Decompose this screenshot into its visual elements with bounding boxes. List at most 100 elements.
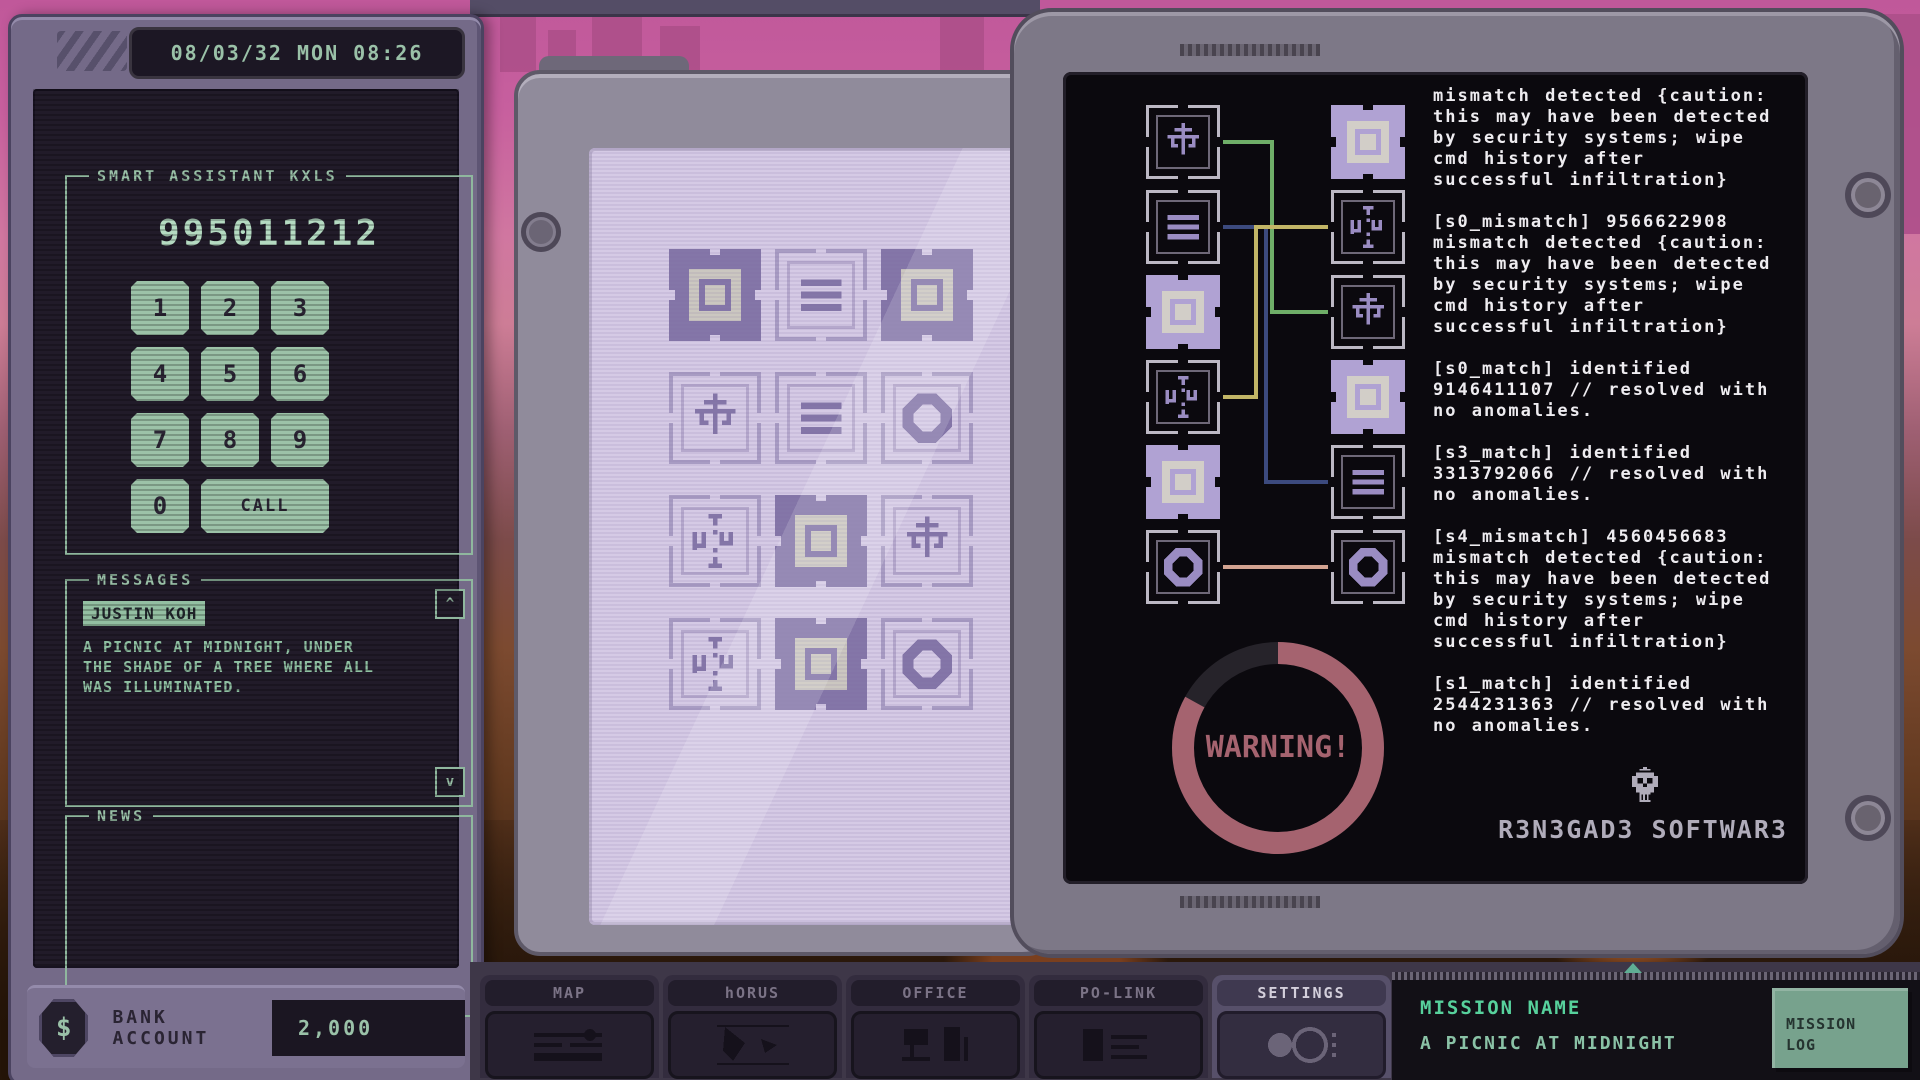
message-body: A PICNIC AT MIDNIGHT, UNDER THE SHADE OF…	[83, 637, 383, 697]
puzzle-tile-filled[interactable]	[881, 249, 973, 341]
node-tile-mu4	[1331, 190, 1405, 264]
messages-title: MESSAGES	[89, 571, 201, 589]
ring-glyph-icon	[1334, 533, 1402, 601]
tab-office[interactable]: OFFICE	[846, 975, 1025, 1078]
puzzle-tile-filled[interactable]	[775, 618, 867, 710]
device-screw	[1845, 795, 1891, 841]
puzzle-tile-ring[interactable]	[881, 618, 973, 710]
node-tile-temple	[1146, 105, 1220, 179]
lines-glyph-icon	[1334, 448, 1402, 516]
puzzle-tile-temple[interactable]	[669, 372, 761, 464]
datetime-text: 08/03/32 MON 08:26	[171, 41, 424, 65]
node-link	[1220, 227, 1331, 482]
temple-glyph-icon	[1149, 108, 1217, 176]
hacking-screen: mismatch detected {caution: this may hav…	[1063, 72, 1808, 884]
mu4-glyph-icon	[1149, 363, 1217, 431]
tab-label: hORUS	[668, 980, 837, 1006]
lines-glyph-icon	[779, 253, 863, 337]
puzzle-tile-mu4[interactable]	[669, 618, 761, 710]
blank-tile-cover	[901, 269, 953, 321]
key-7[interactable]: 7	[131, 413, 189, 467]
node-column-left	[1146, 105, 1220, 604]
bottom-nav-bar: MAP hORUS OFFICE PO-LINK SETTINGS M	[470, 962, 1920, 1080]
node-column-right	[1331, 105, 1405, 604]
node-tile-blank	[1146, 445, 1220, 519]
puzzle-tile-lines[interactable]	[775, 249, 867, 341]
ring-glyph-icon	[885, 622, 969, 706]
tab-label: PO-LINK	[1034, 980, 1203, 1006]
temple-glyph-icon	[885, 499, 969, 583]
node-tile-mu4	[1146, 360, 1220, 434]
blank-tile-cover	[1162, 461, 1204, 503]
scroll-down-button[interactable]: v	[435, 767, 465, 797]
key-0[interactable]: 0	[131, 479, 189, 533]
mu4-glyph-icon	[1334, 193, 1402, 261]
node-tile-temple	[1331, 275, 1405, 349]
game-screen: mismatch detected {caution: this may hav…	[0, 0, 1920, 1080]
lines-glyph-icon	[779, 376, 863, 460]
node-tile-blank	[1331, 360, 1405, 434]
key-3[interactable]: 3	[271, 281, 329, 335]
log-entry: [s1_match] identified 2544231363 // reso…	[1433, 674, 1778, 737]
warning-label: WARNING!	[1206, 730, 1351, 765]
tab-label: OFFICE	[851, 980, 1020, 1006]
scroll-up-button[interactable]: ^	[435, 589, 465, 619]
blank-tile-cover	[1347, 121, 1389, 163]
mission-log-button[interactable]: MISSIONLOG	[1772, 988, 1908, 1068]
key-9[interactable]: 9	[271, 413, 329, 467]
node-tile-blank	[1331, 105, 1405, 179]
tab-office-icon	[851, 1011, 1020, 1079]
tab-map-icon	[485, 1011, 654, 1079]
messages-panel: MESSAGES JUSTIN KOH A PICNIC AT MIDNIGHT…	[65, 579, 473, 807]
blank-tile-cover	[1162, 291, 1204, 333]
tab-settings[interactable]: SETTINGS	[1212, 975, 1391, 1078]
bank-account-row: $ BANK ACCOUNT 2,000	[27, 985, 465, 1068]
log-entry: mismatch detected {caution: this may hav…	[1433, 86, 1778, 191]
key-5[interactable]: 5	[201, 347, 259, 401]
mission-name-value: A PICNIC AT MIDNIGHT	[1420, 1033, 1677, 1054]
log-entry: [s0_match] identified 9146411107 // reso…	[1433, 359, 1778, 422]
blank-tile-cover	[795, 515, 847, 567]
message-sender-chip[interactable]: JUSTIN KOH	[83, 601, 205, 626]
node-tile-lines	[1331, 445, 1405, 519]
tab-map[interactable]: MAP	[480, 975, 659, 1078]
building-silhouette	[500, 16, 536, 72]
tab-po-link[interactable]: PO-LINK	[1029, 975, 1208, 1078]
log-entry: [s4_mismatch] 4560456683 mismatch detect…	[1433, 527, 1778, 653]
phone-screen: SMART ASSISTANT KXLS 995011212 123456789…	[33, 89, 459, 968]
skull-icon	[1623, 767, 1667, 811]
ring-glyph-icon	[1149, 533, 1217, 601]
puzzle-tile-temple[interactable]	[881, 495, 973, 587]
device-vent-bottom	[1180, 896, 1320, 908]
log-entry: [s0_mismatch] 9566622908 mismatch detect…	[1433, 212, 1778, 338]
smart-assistant-title: SMART ASSISTANT KXLS	[89, 167, 346, 185]
datetime-display: 08/03/32 MON 08:26	[129, 27, 465, 79]
puzzle-tile-filled[interactable]	[775, 495, 867, 587]
tab-label: MAP	[485, 980, 654, 1006]
dollar-icon: $	[39, 999, 88, 1057]
mission-name-label: MISSION NAME	[1420, 997, 1581, 1019]
device-vent-top	[1180, 44, 1320, 56]
key-2[interactable]: 2	[201, 281, 259, 335]
bank-balance: 2,000	[272, 1000, 465, 1056]
tablet-screw	[521, 212, 561, 252]
puzzle-tile-filled[interactable]	[669, 249, 761, 341]
hacking-device: mismatch detected {caution: this may hav…	[1010, 8, 1904, 958]
ring-glyph-icon	[885, 376, 969, 460]
key-8[interactable]: 8	[201, 413, 259, 467]
puzzle-tile-ring[interactable]	[881, 372, 973, 464]
dialed-number-display: 995011212	[67, 213, 471, 254]
tab-settings-icon	[1217, 1011, 1386, 1079]
key-6[interactable]: 6	[271, 347, 329, 401]
key-4[interactable]: 4	[131, 347, 189, 401]
puzzle-tile-mu4[interactable]	[669, 495, 761, 587]
log-entry: [s3_match] identified 3313792066 // reso…	[1433, 443, 1778, 506]
call-button[interactable]: CALL	[201, 479, 329, 533]
keypad: 123 456 789 0CALL	[131, 281, 329, 533]
bank-account-label: BANK ACCOUNT	[112, 1007, 254, 1049]
node-tile-ring	[1331, 530, 1405, 604]
key-1[interactable]: 1	[131, 281, 189, 335]
tab-horus[interactable]: hORUS	[663, 975, 842, 1078]
puzzle-tile-lines[interactable]	[775, 372, 867, 464]
node-tile-blank	[1146, 275, 1220, 349]
